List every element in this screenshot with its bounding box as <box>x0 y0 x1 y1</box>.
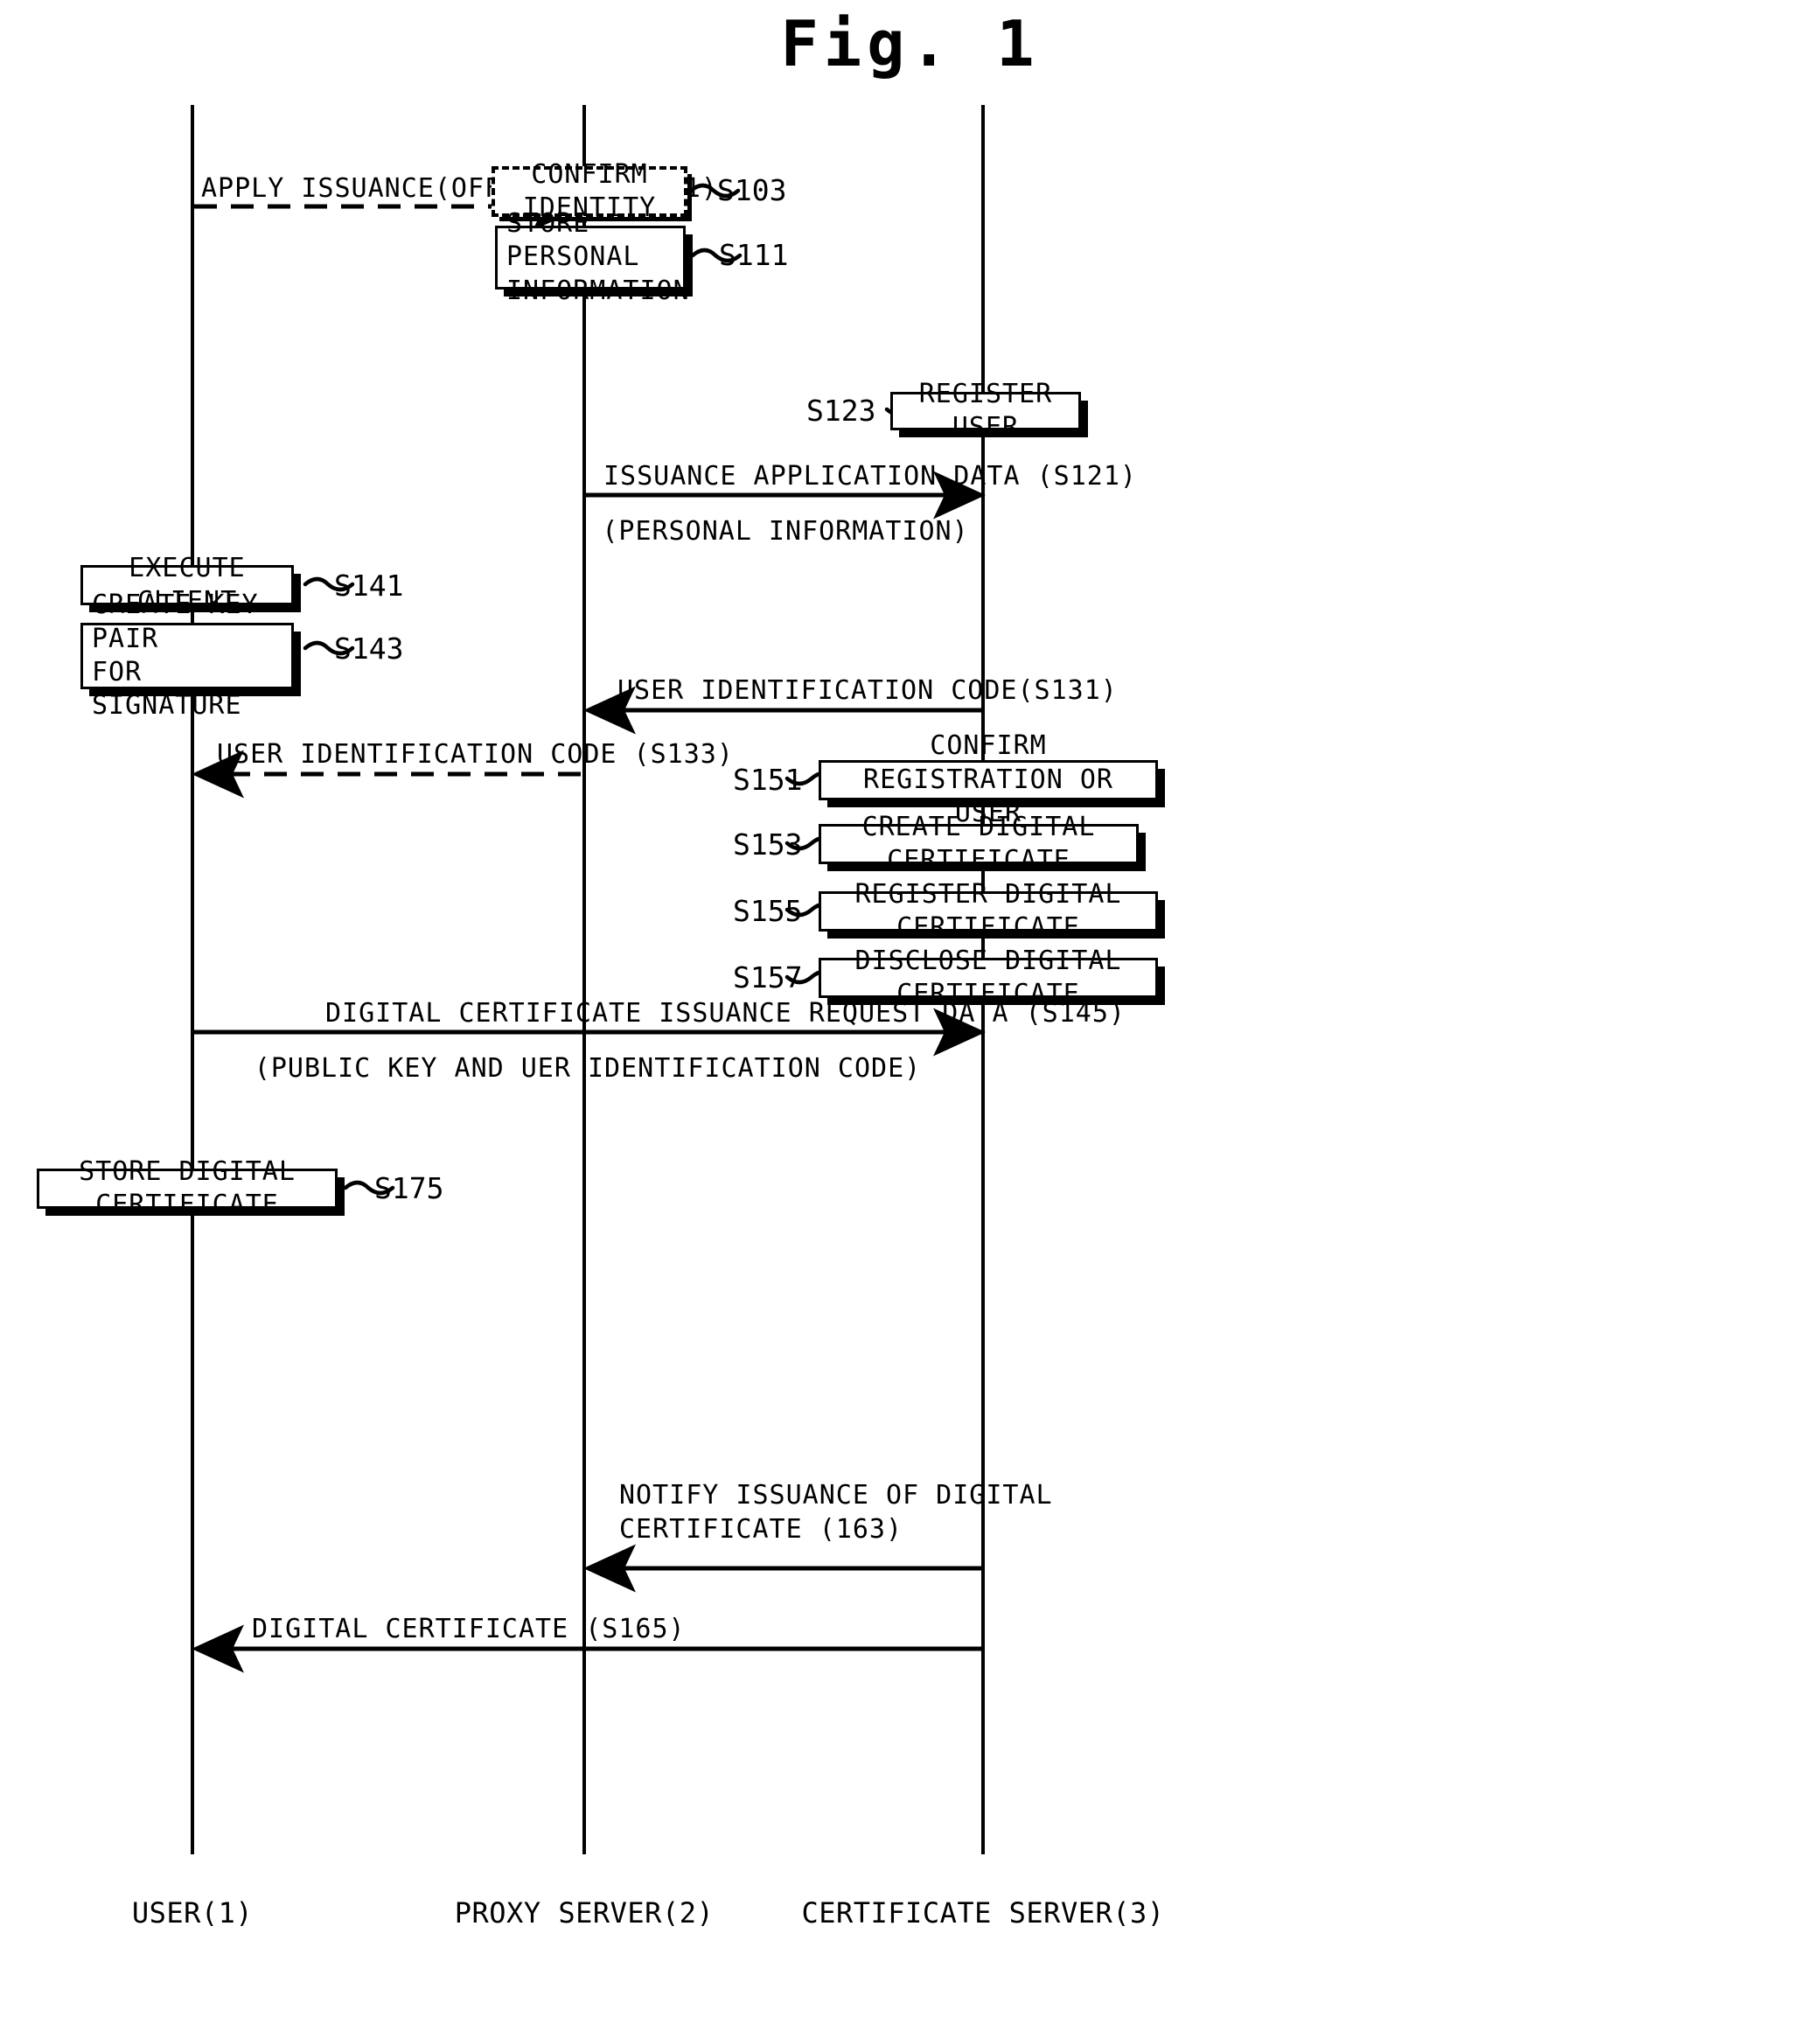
figure-title: Fig. 1 <box>780 7 1040 80</box>
process-box-store-personal-information[interactable]: STORE PERSONAL INFORMATION <box>495 208 689 306</box>
step-label-s175: S175 <box>374 1171 444 1205</box>
step-label-s123: S123 <box>806 394 876 428</box>
message-sublabel-s145: (PUBLIC KEY AND UER IDENTIFICATION CODE) <box>254 1053 922 1084</box>
step-label-s141: S141 <box>334 569 404 603</box>
process-box-create-key-pair[interactable]: CREATE KEY PAIR FOR SIGNATURE <box>80 590 294 721</box>
step-label-s111: S111 <box>719 238 789 272</box>
step-label-s155: S155 <box>733 894 803 928</box>
figure-canvas: Fig. 1 APPLY ISSUANCE(OFF-LINE) (S101) I… <box>0 0 1820 2017</box>
actor-label-proxy-server: PROXY SERVER(2) <box>454 1896 715 1930</box>
process-box-store-digital-certificate[interactable]: STORE DIGITAL CERTIFICATE <box>37 1156 338 1220</box>
message-sublabel-s121: (PERSONAL INFORMATION) <box>602 516 969 547</box>
process-box-create-digital-certificate[interactable]: CREATE DIGITAL CERTIFICATE <box>819 812 1139 876</box>
process-box-disclose-digital-certificate[interactable]: DISCLOSE DIGITAL CERTIFICATE <box>819 946 1158 1009</box>
step-label-s143: S143 <box>334 632 404 666</box>
step-label-s157: S157 <box>733 960 803 995</box>
process-box-confirm-registration[interactable]: CONFIRM REGISTRATION OR USER <box>819 730 1158 828</box>
message-label-s163: NOTIFY ISSUANCE OF DIGITAL CERTIFICATE (… <box>619 1480 1053 1545</box>
message-label-s165: DIGITAL CERTIFICATE (S165) <box>252 1614 686 1644</box>
actor-label-user: USER(1) <box>131 1896 254 1930</box>
message-label-s121: ISSUANCE APPLICATION DATA (S121) <box>603 461 1137 492</box>
actor-label-certificate-server: CERTIFICATE SERVER(3) <box>801 1896 1165 1930</box>
process-box-register-user[interactable]: REGISTER USER <box>890 379 1081 443</box>
step-label-s151: S151 <box>733 763 803 797</box>
step-label-s153: S153 <box>733 827 803 862</box>
step-label-s103: S103 <box>717 173 787 207</box>
process-box-register-digital-certificate[interactable]: REGISTER DIGITAL CERTIFICATE <box>819 879 1158 943</box>
message-label-s131: USER IDENTIFICATION CODE(S131) <box>617 675 1118 706</box>
message-label-s133: USER IDENTIFICATION CODE (S133) <box>217 739 734 770</box>
